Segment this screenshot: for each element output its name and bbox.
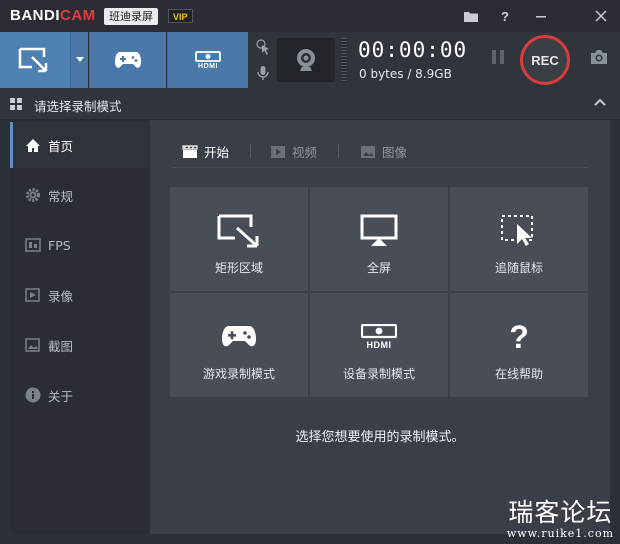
tab-video[interactable]: 视频 bbox=[270, 142, 317, 161]
chevron-up-icon[interactable] bbox=[592, 94, 608, 110]
close-icon[interactable] bbox=[590, 5, 612, 27]
vip-badge: VIP bbox=[168, 9, 193, 23]
webcam-button[interactable] bbox=[277, 38, 335, 82]
picture-icon bbox=[360, 145, 376, 159]
mode-header: 请选择录制模式 bbox=[0, 88, 620, 120]
game-mode-button[interactable] bbox=[89, 32, 166, 88]
tile-rectangle-area[interactable]: 矩形区域 bbox=[170, 187, 308, 291]
hdmi-device-icon: HDMI bbox=[195, 50, 221, 70]
app-logo: BANDICAM bbox=[10, 7, 96, 24]
sidebar-item-label: FPS bbox=[48, 237, 71, 253]
sidebar-item-label: 常规 bbox=[48, 188, 74, 204]
sidebar-item-screenshot[interactable]: 截图 bbox=[10, 322, 150, 368]
home-icon bbox=[22, 134, 44, 156]
header-title: 请选择录制模式 bbox=[34, 99, 122, 114]
tile-online-help[interactable]: ? 在线帮助 bbox=[450, 293, 588, 397]
fps-icon bbox=[22, 234, 44, 256]
clapper-icon bbox=[182, 144, 198, 159]
play-icon bbox=[270, 145, 286, 159]
webcam-icon bbox=[297, 49, 315, 71]
file-size-status: 0 bytes / 8.9GB bbox=[359, 67, 452, 81]
audio-level-meter bbox=[341, 38, 347, 82]
mode-dropdown-button[interactable] bbox=[70, 32, 88, 88]
sidebar-item-label: 关于 bbox=[48, 388, 74, 404]
recording-timer: 00:00:00 bbox=[358, 38, 468, 62]
cursor-effect-icon[interactable] bbox=[252, 36, 274, 58]
camera-icon[interactable] bbox=[589, 49, 609, 69]
gamepad-icon bbox=[115, 52, 141, 68]
pause-button[interactable] bbox=[488, 50, 508, 70]
sidebar-item-home[interactable]: 首页 bbox=[10, 122, 150, 168]
tab-image[interactable]: 图像 bbox=[360, 142, 407, 161]
main-panel: 开始 视频 图像 矩形区域 全屏 追随鼠标 游戏录制模式 HDMI 设备录制模式… bbox=[150, 120, 610, 534]
hint-text: 选择您想要使用的录制模式。 bbox=[295, 430, 465, 445]
info-icon bbox=[22, 384, 44, 406]
follow-mouse-icon bbox=[500, 211, 538, 251]
chevron-down-icon bbox=[75, 57, 84, 62]
help-icon[interactable]: ? bbox=[494, 5, 516, 27]
gear-icon bbox=[22, 184, 44, 206]
video-icon bbox=[22, 284, 44, 306]
grid-icon bbox=[10, 98, 22, 110]
sidebar-item-video[interactable]: 录像 bbox=[10, 272, 150, 318]
sidebar-item-label: 首页 bbox=[48, 138, 74, 154]
tile-game-mode[interactable]: 游戏录制模式 bbox=[170, 293, 308, 397]
sidebar-item-about[interactable]: 关于 bbox=[10, 372, 150, 418]
sidebar: 首页 常规 FPS 录像 截图 关于 bbox=[10, 120, 150, 534]
device-mode-button[interactable]: HDMI bbox=[167, 32, 248, 88]
monitor-icon bbox=[360, 211, 398, 251]
tab-start[interactable]: 开始 bbox=[182, 142, 229, 161]
tile-device-mode[interactable]: HDMI 设备录制模式 bbox=[310, 293, 448, 397]
rectangle-mode-button[interactable] bbox=[0, 32, 70, 88]
rectangle-area-icon bbox=[217, 211, 261, 251]
app-name-badge: 班迪录屏 bbox=[104, 8, 158, 25]
folder-icon[interactable] bbox=[460, 5, 482, 27]
image-icon bbox=[22, 334, 44, 356]
tile-fullscreen[interactable]: 全屏 bbox=[310, 187, 448, 291]
minimize-icon[interactable] bbox=[530, 5, 552, 27]
sidebar-item-label: 录像 bbox=[48, 288, 74, 304]
tab-bar: 开始 视频 图像 bbox=[172, 138, 588, 168]
rectangle-area-icon bbox=[18, 47, 48, 73]
sidebar-item-label: 截图 bbox=[48, 338, 74, 354]
microphone-icon[interactable] bbox=[252, 62, 274, 84]
gamepad-icon bbox=[221, 317, 257, 357]
sidebar-item-fps[interactable]: FPS bbox=[10, 222, 150, 268]
toolbar: HDMI 00:00:00 0 bytes / 8.9GB REC bbox=[0, 32, 620, 88]
hdmi-device-icon: HDMI bbox=[361, 317, 397, 357]
title-bar: BANDICAM 班迪录屏 VIP ? bbox=[0, 0, 620, 32]
mode-grid: 矩形区域 全屏 追随鼠标 游戏录制模式 HDMI 设备录制模式 ? 在线帮助 bbox=[170, 187, 588, 399]
question-icon: ? bbox=[509, 318, 529, 355]
rec-button[interactable]: REC bbox=[520, 35, 570, 85]
sidebar-item-general[interactable]: 常规 bbox=[10, 172, 150, 218]
tile-follow-mouse[interactable]: 追随鼠标 bbox=[450, 187, 588, 291]
watermark: 瑞客论坛 www.ruike1.com bbox=[506, 498, 614, 540]
